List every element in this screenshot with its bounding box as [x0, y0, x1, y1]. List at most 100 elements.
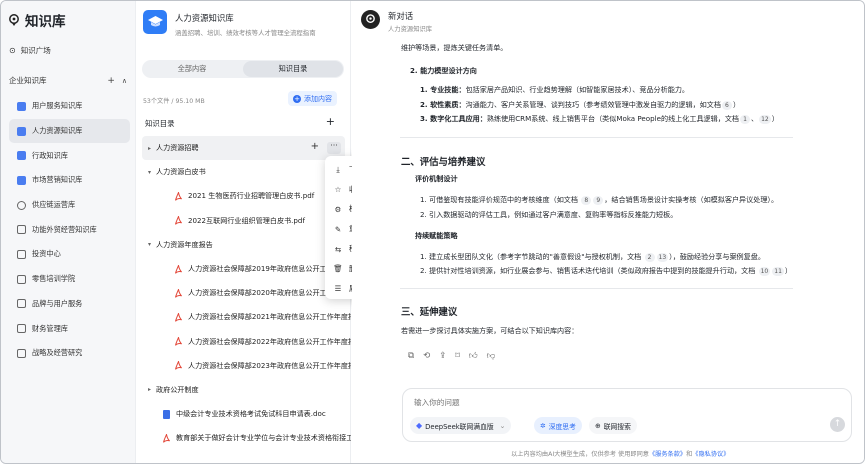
sidebar-kb-item[interactable]: 投资中心: [1, 242, 136, 267]
thumbs-down-icon[interactable]: 👎︎: [487, 351, 496, 361]
send-button[interactable]: ↑: [830, 417, 845, 432]
citation-badge[interactable]: 6: [721, 101, 732, 110]
caret-down-icon[interactable]: ▾: [148, 169, 151, 176]
sidebar-kb-label: 人力资源知识库: [32, 126, 83, 136]
model-selector[interactable]: ◆ DeepSeek联网满血版 ⌄: [410, 417, 512, 434]
answer-text: 沟通能力、客户关系管理、谈判技巧（参考绩效管理中激发自驱力的逻辑，如文档: [465, 100, 721, 109]
citation-badge[interactable]: 1: [740, 115, 751, 124]
knowledge-square-link[interactable]: ⊙ 知识广场: [9, 45, 51, 56]
add-folder-icon[interactable]: +: [326, 116, 335, 129]
pdf-file-icon: [175, 264, 182, 274]
sidebar-kb-label: 供应链运营库: [32, 200, 76, 210]
sidebar-kb-item[interactable]: 人力资源知识库: [9, 118, 130, 144]
add-content-button[interactable]: + 添加内容: [288, 91, 337, 106]
citation-badge[interactable]: 12: [759, 115, 771, 124]
sidebar-kb-item[interactable]: 功能外贸经营知识库: [1, 217, 136, 242]
sidebar-kb-item[interactable]: 零售培训学院: [1, 267, 136, 292]
deep-think-label: 深度思考: [548, 422, 576, 431]
chat-input[interactable]: [414, 398, 714, 407]
app-title: 知识库: [25, 14, 66, 30]
citation-badge[interactable]: 13: [656, 253, 669, 262]
kb-folder-icon: [17, 324, 26, 334]
knowledge-square-label: 知识广场: [20, 46, 51, 55]
tree-label: 人力资源社会保障部2023年政府信息公开工作年度报告: [188, 360, 351, 370]
pdf-file-icon: [175, 216, 182, 225]
sidebar-kb-item[interactable]: 战略及经营研究: [1, 341, 136, 366]
answer-bold: 1. 专业技能：: [420, 85, 466, 94]
tree-file[interactable]: 中级会计专业技术资格考试免试科目申请表.doc: [137, 402, 351, 426]
tree-file[interactable]: 人力资源社会保障部2022年政府信息公开工作年度报告: [137, 330, 351, 354]
citation-badge[interactable]: 8: [581, 196, 592, 205]
kb-book-icon: [17, 175, 26, 185]
sidebar-kb-item[interactable]: 品牌与用户服务: [1, 292, 136, 317]
web-search-toggle[interactable]: ⊕ 联网搜索: [589, 417, 637, 434]
share-icon[interactable]: ⇪: [439, 351, 446, 361]
kb-book-icon: [17, 101, 26, 111]
kb-folder-icon: [17, 225, 26, 235]
menu-item-icon: ⇆: [334, 244, 342, 254]
answer-heading: 2. 能力模型设计方向: [410, 66, 477, 75]
add-item-icon[interactable]: +: [311, 142, 319, 154]
citation-badge[interactable]: 9: [593, 196, 604, 205]
answer-text: ），鼓励经验分享与案例复盘。: [669, 252, 765, 261]
section-heading: 三、延伸建议: [401, 307, 458, 318]
sidebar-kb-label: 行政知识库: [32, 150, 68, 160]
collapse-icon[interactable]: ∧: [122, 77, 127, 86]
app-logo-icon: [9, 14, 19, 26]
tree-file[interactable]: 2022互联网行业组织管理白皮书.pdf: [137, 209, 351, 233]
tree-label: 人力资源社会保障部2022年政府信息公开工作年度报告: [188, 336, 351, 346]
deep-think-toggle[interactable]: ✲ 深度思考: [534, 417, 582, 434]
privacy-link[interactable]: 《隐私协议》: [692, 451, 729, 458]
sidebar-kb-item[interactable]: 行政知识库: [1, 143, 136, 168]
caret-down-icon[interactable]: ▾: [148, 241, 151, 248]
bookmark-icon[interactable]: ⌑: [455, 351, 459, 361]
more-icon[interactable]: ···: [327, 142, 341, 154]
caret-right-icon[interactable]: ▸: [148, 145, 151, 152]
tree-label: 政府公开制度: [156, 384, 199, 394]
directory-tree: ▸ 人力资源招聘 + ··· ▾ 人力资源白皮书 2021 生物医药行业招聘管理白皮书.pd…: [137, 136, 351, 450]
thumbs-up-icon[interactable]: 👍︎: [469, 351, 478, 361]
tree-folder[interactable]: ▾ 人力资源白皮书: [137, 160, 351, 184]
sidebar-kb-item[interactable]: 供应链运营库: [1, 193, 136, 218]
copy-icon[interactable]: ⧉: [408, 351, 414, 361]
tree-file[interactable]: 人力资源社会保障部2020年政府信息公开工作年度报告: [137, 281, 351, 305]
sub-heading: 评价机制设计: [415, 174, 458, 183]
regenerate-icon[interactable]: ⟲: [423, 351, 430, 361]
tree-file[interactable]: 人力资源社会保障部2019年政府信息公开工作年度报告: [137, 257, 351, 281]
sidebar-kb-item[interactable]: 用户服务知识库: [1, 94, 136, 119]
tree-folder[interactable]: ▾ 人力资源年度报告: [137, 233, 351, 257]
tab-all-content[interactable]: 全部内容: [142, 60, 242, 78]
globe-icon: ⊕: [595, 421, 601, 430]
menu-item-icon: 🗑: [333, 264, 343, 274]
directory-title: 知识目录: [145, 119, 175, 128]
file-stats: 53个文件 / 95.10 MB: [143, 98, 205, 105]
citation-badge[interactable]: 10: [758, 267, 771, 276]
citation-badge[interactable]: 2: [644, 253, 655, 262]
sidebar-kb-label: 品牌与用户服务: [32, 298, 83, 308]
tree-file[interactable]: 人力资源社会保障部2023年政府信息公开工作年度报告: [137, 354, 351, 378]
tree-file[interactable]: 教育部关于做好会计专业学位与会计专业技术资格衔接工作的通知: [137, 426, 351, 450]
tree-folder[interactable]: ▸ 政府公开制度: [137, 378, 351, 402]
kb-folder-icon: [17, 274, 26, 284]
tab-knowledge-directory[interactable]: 知识目录: [243, 61, 343, 77]
sidebar-kb-item[interactable]: 市场营销知识库: [1, 168, 136, 193]
menu-item-icon: ☰: [334, 284, 342, 294]
answer-line: 1. 专业技能：包括家居产品知识、行业趋势理解（如智能家居技术）、竞品分析能力。: [420, 85, 689, 95]
menu-item-icon: ⤓: [336, 164, 340, 174]
chat-input-box: ◆ DeepSeek联网满血版 ⌄ ✲ 深度思考 ⊕ 联网搜索 ↑: [402, 388, 852, 442]
chat-header: 新对话 人力资源知识库: [361, 10, 432, 33]
tree-folder[interactable]: ▸ 人力资源招聘 + ···: [142, 136, 345, 161]
row-actions: + ···: [311, 142, 341, 154]
caret-right-icon[interactable]: ▸: [148, 386, 151, 393]
kb-panel: 人力资源知识库 涵盖招聘、培训、绩效考核等人才管理全流程指南 全部内容 知识目录…: [137, 1, 351, 463]
tree-label: 人力资源白皮书: [156, 167, 206, 177]
add-kb-icon[interactable]: +: [107, 76, 115, 86]
sidebar-kb-item[interactable]: 财务管理库: [1, 316, 136, 341]
tree-file[interactable]: 2021 生物医药行业招聘管理白皮书.pdf: [137, 184, 351, 208]
tree-label: 中级会计专业技术资格考试免试科目申请表.doc: [176, 409, 326, 419]
divider: [400, 137, 793, 138]
kb-folder-icon: [17, 348, 26, 358]
tree-file[interactable]: 人力资源社会保障部2021年政府信息公开工作年度报告: [137, 305, 351, 329]
citation-badge[interactable]: 11: [772, 267, 784, 276]
terms-link[interactable]: 《服务条款》: [649, 451, 686, 458]
